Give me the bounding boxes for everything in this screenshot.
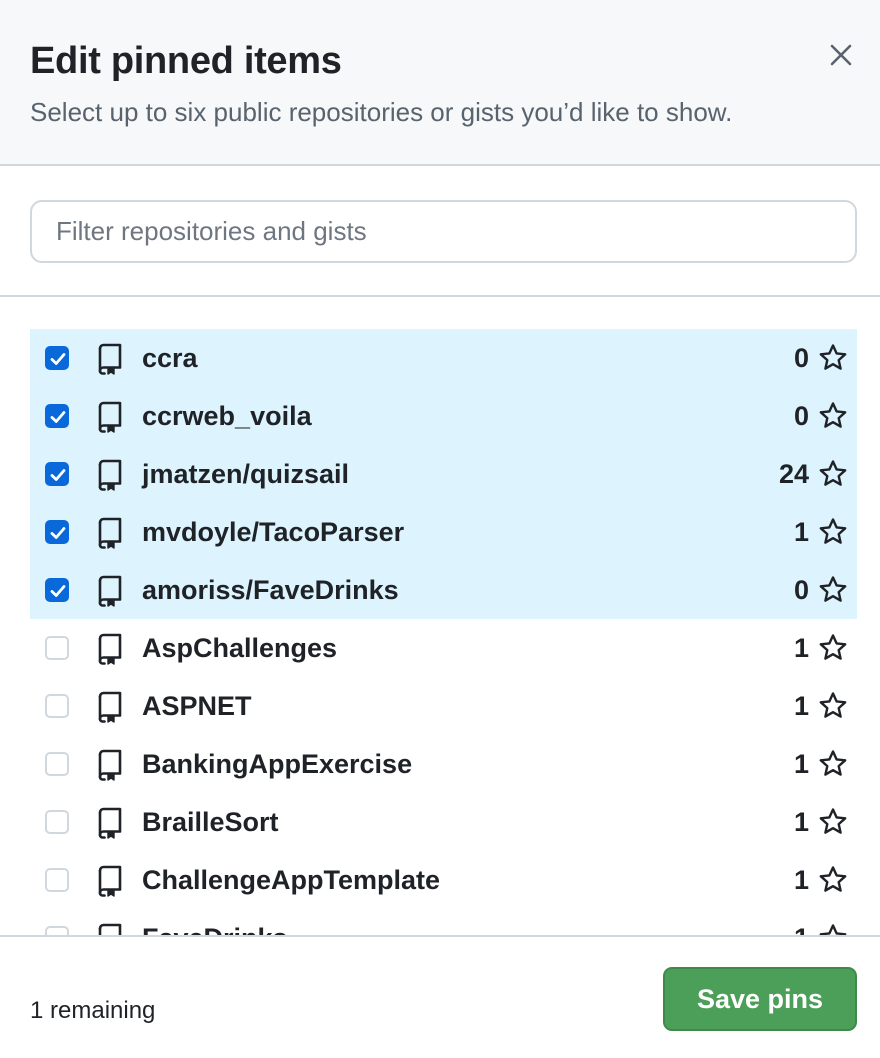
repo-name: ccra bbox=[142, 343, 198, 373]
check-icon bbox=[50, 411, 66, 423]
repo-name: mvdoyle/TacoParser bbox=[142, 517, 405, 547]
star-count: 0 bbox=[793, 401, 809, 431]
check-icon bbox=[50, 527, 66, 539]
star-count: 1 bbox=[793, 517, 809, 547]
repo-icon bbox=[94, 923, 124, 935]
star-icon bbox=[818, 517, 848, 547]
repo-row[interactable]: ASPNET 1 bbox=[30, 677, 857, 735]
repository-list: ccra 0 ccrweb_voila 0 jmatzen/quizsail 24 mvdo… bbox=[30, 329, 857, 935]
repo-row[interactable]: FaveDrinks 1 bbox=[30, 909, 857, 935]
check-icon bbox=[50, 469, 66, 481]
pin-checkbox[interactable] bbox=[45, 752, 69, 776]
dialog-header: Edit pinned items Select up to six publi… bbox=[0, 0, 880, 166]
filter-section bbox=[0, 166, 880, 297]
star-count: 1 bbox=[793, 865, 809, 895]
repo-icon bbox=[94, 517, 124, 549]
pin-checkbox[interactable] bbox=[45, 694, 69, 718]
star-icon bbox=[818, 807, 848, 837]
star-icon bbox=[818, 749, 848, 779]
repo-row[interactable]: BrailleSort 1 bbox=[30, 793, 857, 851]
repo-icon bbox=[94, 749, 124, 781]
repo-row[interactable]: mvdoyle/TacoParser 1 bbox=[30, 503, 857, 561]
repo-name: BankingAppExercise bbox=[142, 749, 413, 779]
repo-row[interactable]: ChallengeAppTemplate 1 bbox=[30, 851, 857, 909]
repo-icon bbox=[94, 575, 124, 607]
star-count: 1 bbox=[793, 691, 809, 721]
star-count: 1 bbox=[793, 807, 809, 837]
pin-checkbox[interactable] bbox=[45, 346, 69, 370]
star-icon bbox=[818, 575, 848, 605]
pin-checkbox[interactable] bbox=[45, 578, 69, 602]
save-pins-button[interactable]: Save pins bbox=[663, 967, 857, 1031]
remaining-count: 1 remaining bbox=[30, 997, 156, 1024]
repo-name: ccrweb_voila bbox=[142, 401, 312, 431]
repo-name: FaveDrinks bbox=[142, 923, 288, 935]
star-count: 1 bbox=[793, 749, 809, 779]
star-icon bbox=[818, 343, 848, 373]
repo-icon bbox=[94, 459, 124, 491]
star-count: 1 bbox=[793, 633, 809, 663]
pin-checkbox[interactable] bbox=[45, 810, 69, 834]
repo-name: AspChallenges bbox=[142, 633, 338, 663]
star-count: 1 bbox=[794, 923, 809, 935]
star-icon bbox=[818, 691, 848, 721]
pin-checkbox[interactable] bbox=[45, 520, 69, 544]
repo-name: jmatzen/quizsail bbox=[142, 459, 350, 489]
close-button[interactable] bbox=[822, 36, 860, 74]
repo-row[interactable]: AspChallenges 1 bbox=[30, 619, 857, 677]
star-icon bbox=[818, 865, 848, 895]
dialog-footer: 1 remaining Save pins bbox=[0, 935, 880, 1058]
repo-icon bbox=[94, 691, 124, 723]
check-icon bbox=[50, 585, 66, 597]
pin-checkbox[interactable] bbox=[45, 868, 69, 892]
repo-row[interactable]: BankingAppExercise 1 bbox=[30, 735, 857, 793]
pin-checkbox[interactable] bbox=[45, 404, 69, 428]
star-icon bbox=[818, 923, 848, 935]
star-icon bbox=[818, 401, 848, 431]
pin-checkbox[interactable] bbox=[45, 636, 69, 660]
repo-name: ChallengeAppTemplate bbox=[142, 865, 441, 895]
pin-checkbox[interactable] bbox=[45, 926, 69, 935]
check-icon bbox=[50, 353, 66, 365]
filter-input[interactable] bbox=[30, 200, 857, 263]
repo-name: amoriss/FaveDrinks bbox=[142, 575, 399, 605]
repo-icon bbox=[94, 807, 124, 839]
repo-name: BrailleSort bbox=[142, 807, 279, 837]
star-count: 24 bbox=[778, 459, 809, 489]
star-icon bbox=[818, 459, 848, 489]
star-count: 0 bbox=[793, 343, 809, 373]
repo-name: ASPNET bbox=[142, 691, 252, 721]
repo-row[interactable]: ccra 0 bbox=[30, 329, 857, 387]
repo-row[interactable]: jmatzen/quizsail 24 bbox=[30, 445, 857, 503]
close-icon bbox=[830, 44, 852, 66]
pin-checkbox[interactable] bbox=[45, 462, 69, 486]
dialog-title: Edit pinned items bbox=[30, 40, 342, 82]
repo-icon bbox=[94, 401, 124, 433]
star-count: 0 bbox=[793, 575, 809, 605]
repo-row[interactable]: ccrweb_voila 0 bbox=[30, 387, 857, 445]
repo-icon bbox=[94, 865, 124, 897]
repo-row[interactable]: amoriss/FaveDrinks 0 bbox=[30, 561, 857, 619]
star-icon bbox=[818, 633, 848, 663]
dialog-subtitle: Select up to six public repositories or … bbox=[30, 97, 733, 127]
repo-icon bbox=[94, 343, 124, 375]
repo-icon bbox=[94, 633, 124, 665]
